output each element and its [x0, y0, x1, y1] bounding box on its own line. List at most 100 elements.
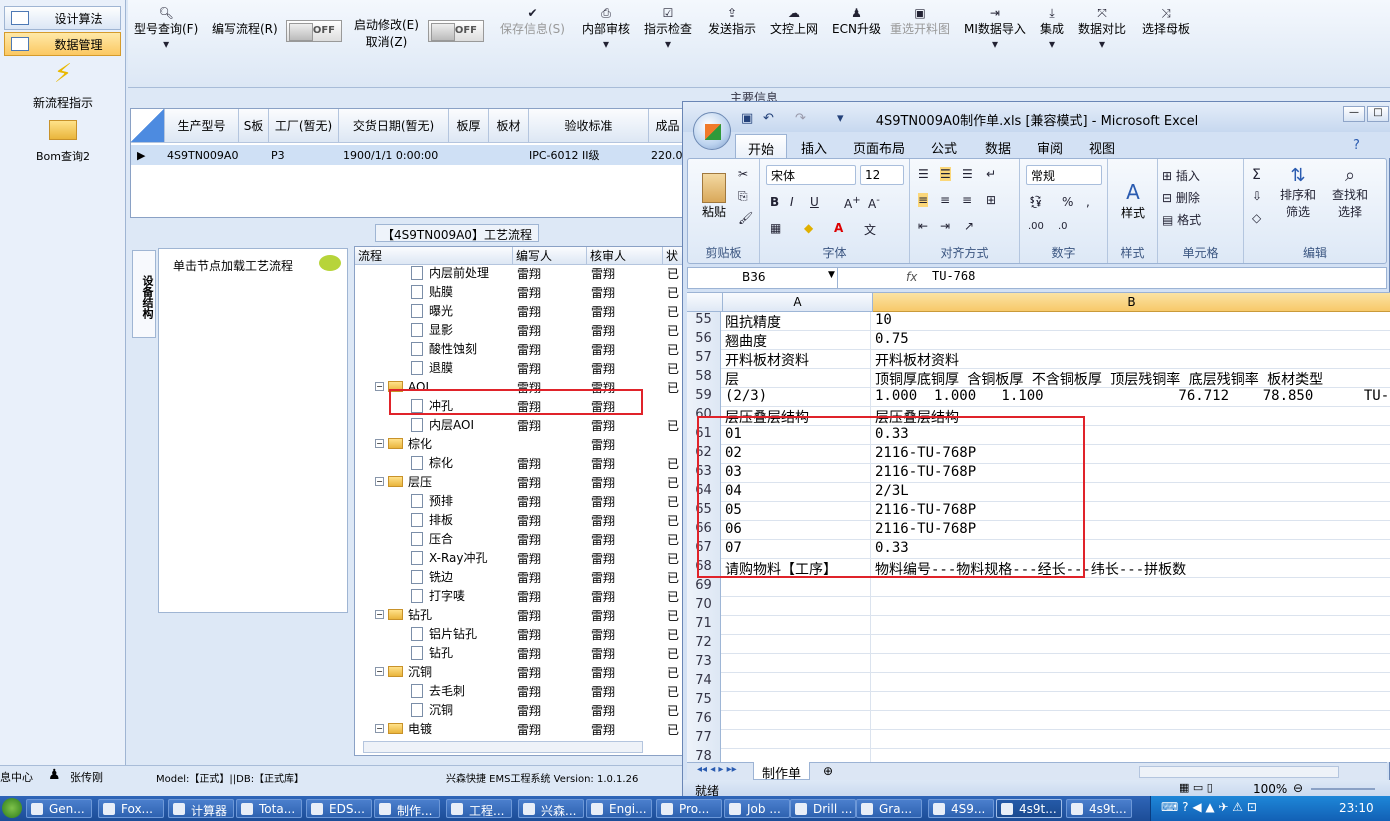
row-header[interactable]: 73: [687, 654, 721, 673]
tree-row[interactable]: − 层压 雷翔 雷翔 已: [355, 472, 685, 491]
tree-row[interactable]: − 棕化 雷翔: [355, 434, 685, 453]
minimize-button[interactable]: —: [1343, 106, 1365, 122]
clock[interactable]: 23:10: [1339, 801, 1374, 815]
collapse-icon[interactable]: −: [375, 610, 384, 619]
tree-row[interactable]: X-Ray冲孔 雷翔 雷翔 已: [355, 548, 685, 567]
tree-node[interactable]: 棕化: [411, 453, 453, 472]
select-master-button[interactable]: ⤨ 选择母板: [1142, 6, 1190, 37]
taskbar-item[interactable]: Fox...: [98, 799, 164, 818]
align-middle-icon[interactable]: ☰: [940, 167, 951, 181]
tree-node[interactable]: 退膜: [411, 358, 453, 377]
tab-view[interactable]: 视图: [1089, 138, 1115, 157]
taskbar-item[interactable]: EDS...: [306, 799, 372, 818]
font-name-select[interactable]: 宋体: [766, 165, 856, 185]
data-compare-button[interactable]: ⤧ 数据对比 ▾: [1078, 6, 1126, 51]
cell-a[interactable]: [723, 692, 871, 711]
taskbar-item[interactable]: 4S9...: [928, 799, 994, 818]
cell-a[interactable]: [723, 616, 871, 635]
nav-data-management[interactable]: 数据管理: [4, 32, 121, 56]
cell-b[interactable]: [873, 730, 875, 749]
tree-node[interactable]: 曝光: [411, 301, 453, 320]
phonetic-icon[interactable]: 文: [864, 221, 876, 238]
tree-node[interactable]: − 电镀: [375, 719, 432, 738]
row-header[interactable]: 71: [687, 616, 721, 635]
taskbar-item[interactable]: Engi...: [586, 799, 652, 818]
row-header[interactable]: 56: [687, 331, 721, 350]
autosum-icon[interactable]: Σ: [1252, 167, 1261, 183]
col-header[interactable]: S板: [239, 109, 269, 143]
fx-icon[interactable]: fx: [906, 270, 917, 284]
cell-a[interactable]: 层: [723, 369, 871, 388]
styles-button[interactable]: A 样式: [1114, 165, 1152, 235]
row-header[interactable]: 58: [687, 369, 721, 388]
taskbar-item[interactable]: 4s9t...: [1066, 799, 1132, 818]
taskbar-item[interactable]: 计算器: [168, 799, 234, 818]
cell-b[interactable]: 10: [873, 312, 892, 331]
start-button[interactable]: [2, 798, 22, 818]
tree-row[interactable]: 沉铜 雷翔 雷翔 已: [355, 700, 685, 719]
tree-row[interactable]: − 钻孔 雷翔 雷翔 已: [355, 605, 685, 624]
cell-b[interactable]: [873, 597, 875, 616]
cell-a[interactable]: [723, 749, 871, 762]
tree-row[interactable]: 去毛刺 雷翔 雷翔 已: [355, 681, 685, 700]
cell-b[interactable]: 1.000 1.000 1.100 76.712 78.850 TU-768: [873, 388, 1390, 407]
tab-page-layout[interactable]: 页面布局: [853, 138, 905, 157]
orientation-icon[interactable]: ↗: [964, 219, 974, 233]
fill-icon[interactable]: ⇩: [1252, 189, 1262, 203]
find-select-button[interactable]: ⌕ 查找和 选择: [1332, 165, 1368, 220]
zoom-level[interactable]: 100%: [1253, 782, 1287, 796]
cell-b[interactable]: [873, 692, 875, 711]
column-header-b[interactable]: B: [873, 293, 1390, 312]
tree-row[interactable]: 棕化 雷翔 雷翔 已: [355, 453, 685, 472]
table-row[interactable]: ▶ 4S9TN009A0 P3 1900/1/1 0:00:00 IPC-601…: [131, 145, 687, 165]
cut-icon[interactable]: ✂: [738, 167, 748, 181]
maximize-button[interactable]: □: [1367, 106, 1389, 122]
doc-upload-button[interactable]: ☁ 文控上网: [770, 6, 818, 37]
select-all-corner[interactable]: [687, 293, 723, 312]
cell-b[interactable]: [873, 635, 875, 654]
tree-node[interactable]: 铣边: [411, 567, 453, 586]
tray-icons[interactable]: ⌨ ? ◀ ▲ ✈ ⚠ ⊡: [1161, 800, 1257, 814]
tree-node[interactable]: 打字唛: [411, 586, 465, 605]
format-painter-icon[interactable]: 🖌︎: [738, 211, 753, 225]
tree-node[interactable]: 铝片钻孔: [411, 624, 477, 643]
col-header[interactable]: 生产型号: [165, 109, 239, 143]
tab-insert[interactable]: 插入: [801, 138, 827, 157]
cell-b[interactable]: [873, 711, 875, 730]
tree-row[interactable]: 内层AOI 雷翔 雷翔 已: [355, 415, 685, 434]
tree-node[interactable]: X-Ray冲孔: [411, 548, 487, 567]
taskbar-item[interactable]: 兴森...: [518, 799, 584, 818]
indent-decrease-icon[interactable]: ⇤: [918, 219, 928, 233]
taskbar-item[interactable]: Job ...: [724, 799, 790, 818]
clear-icon[interactable]: ◇: [1252, 211, 1261, 225]
tree-row[interactable]: 钻孔 雷翔 雷翔 已: [355, 643, 685, 662]
row-header[interactable]: 59: [687, 388, 721, 407]
tab-review[interactable]: 审阅: [1037, 138, 1063, 157]
collapse-icon[interactable]: −: [375, 667, 384, 676]
align-right-icon[interactable]: ≡: [962, 193, 972, 207]
col-header[interactable]: 工厂(暂无): [269, 109, 339, 143]
grow-font-icon[interactable]: A+: [844, 195, 861, 211]
align-center-icon[interactable]: ≡: [940, 193, 950, 207]
tree-row[interactable]: − 电镀 雷翔 雷翔 已: [355, 719, 685, 738]
name-box[interactable]: B36 ▼: [688, 268, 838, 288]
flow-tab-title[interactable]: 【4S9TN009A0】工艺流程: [375, 224, 539, 242]
indent-increase-icon[interactable]: ⇥: [940, 219, 950, 233]
model-query-button[interactable]: 🔍︎ 型号查询(F) ▾: [134, 6, 198, 51]
row-header[interactable]: 78: [687, 749, 721, 762]
tree-node[interactable]: 显影: [411, 320, 453, 339]
wrap-text-icon[interactable]: ↵: [986, 167, 996, 181]
merge-icon[interactable]: ⊞: [986, 193, 996, 207]
col-header[interactable]: 交货日期(暂无): [339, 109, 449, 143]
sort-filter-button[interactable]: ⇅ 排序和 筛选: [1280, 165, 1316, 220]
col-header[interactable]: 验收标准: [529, 109, 649, 143]
taskbar-item[interactable]: Gen...: [26, 799, 92, 818]
font-size-select[interactable]: 12: [860, 165, 904, 185]
format-cells-button[interactable]: ▤ 格式: [1162, 211, 1201, 228]
copy-icon[interactable]: ⎘: [738, 189, 748, 204]
currency-icon[interactable]: 💱︎: [1028, 195, 1043, 209]
cell-a[interactable]: [723, 635, 871, 654]
taskbar-item[interactable]: Pro...: [656, 799, 722, 818]
row-header[interactable]: 77: [687, 730, 721, 749]
insert-cells-button[interactable]: ⊞ 插入: [1162, 167, 1200, 184]
